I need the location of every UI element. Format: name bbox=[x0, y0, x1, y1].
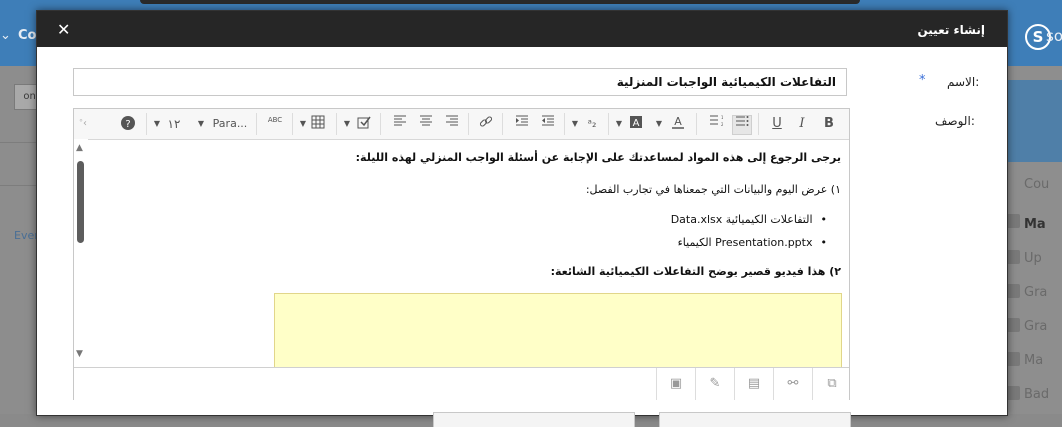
toolbar-separator bbox=[146, 113, 147, 135]
attachment-link[interactable]: Presentation.pptx الكيمياء bbox=[678, 236, 813, 249]
attachment-link[interactable]: التفاعلات الكيميائية Data.xlsx bbox=[671, 213, 813, 226]
background-nav-item: Gra bbox=[1024, 319, 1048, 334]
name-field[interactable]: التفاعلات الكيميائية الواجبات المنزلية bbox=[73, 68, 847, 96]
background-nav-item: Cou bbox=[1024, 177, 1050, 192]
scroll-down-icon[interactable]: ▼ bbox=[76, 349, 83, 359]
bold-button[interactable]: B bbox=[822, 115, 836, 133]
insert-checkbox-icon[interactable] bbox=[356, 115, 372, 133]
chat-icon bbox=[1006, 352, 1020, 366]
background-nav-item: Bad bbox=[1024, 387, 1050, 402]
toolbar-separator bbox=[564, 113, 565, 135]
toolbar-separator bbox=[608, 113, 609, 135]
link-icon[interactable] bbox=[478, 115, 494, 133]
toolbar-separator bbox=[380, 113, 381, 135]
toolbar-separator bbox=[336, 113, 337, 135]
record-icon[interactable]: ✎ bbox=[695, 368, 734, 400]
editor-scrollbar[interactable]: ▲ ▼ bbox=[74, 139, 88, 367]
grid-icon bbox=[1006, 214, 1020, 228]
name-label: الاسم: bbox=[947, 75, 980, 89]
paragraph-format-select[interactable]: Para... bbox=[210, 115, 250, 133]
insert-media-icon[interactable]: ▣ bbox=[656, 368, 695, 400]
dialog-title: إنشاء تعيين bbox=[917, 23, 985, 37]
insert-link-icon[interactable]: ⚯ bbox=[773, 368, 812, 400]
bulleted-list-icon[interactable] bbox=[732, 115, 752, 135]
chevron-down-icon: ⌄ bbox=[0, 28, 11, 43]
video-embed-placeholder[interactable] bbox=[274, 293, 842, 367]
svg-text:A: A bbox=[674, 115, 682, 128]
italic-button[interactable]: I bbox=[796, 115, 808, 133]
bullet-icon: • bbox=[820, 236, 828, 249]
editor-bottom-toolbar: ▣ ✎ ▤ ⚯ ⧉ bbox=[74, 367, 849, 400]
insert-image-icon[interactable]: ⧉ bbox=[812, 368, 851, 400]
align-right-icon[interactable] bbox=[444, 115, 460, 133]
dialog-titlebar: ✕ إنشاء تعيين bbox=[37, 11, 1007, 47]
svg-text:1: 1 bbox=[721, 115, 723, 120]
close-icon[interactable]: ✕ bbox=[57, 20, 70, 39]
document-icon bbox=[1006, 250, 1020, 264]
align-center-icon[interactable] bbox=[418, 115, 434, 133]
background-nav-item: Gra bbox=[1024, 285, 1048, 300]
background-nav-item: Ma bbox=[1024, 353, 1044, 368]
chart-icon bbox=[1006, 318, 1020, 332]
toolbar-separator bbox=[502, 113, 503, 135]
font-color-icon[interactable]: A bbox=[670, 115, 686, 133]
underline-button[interactable]: U bbox=[770, 115, 784, 133]
svg-text:2: 2 bbox=[721, 122, 723, 127]
required-indicator: * bbox=[919, 73, 926, 88]
editor-content[interactable]: يرجى الرجوع إلى هذه المواد لمساعدتك على … bbox=[74, 139, 849, 367]
footer-button[interactable] bbox=[433, 412, 635, 427]
toolbar-separator bbox=[696, 113, 697, 135]
toolbar-separator bbox=[292, 113, 293, 135]
spellcheck-icon[interactable]: ABC bbox=[266, 115, 284, 133]
rich-text-editor: ‹ ° ? ▼ ١٢ ▼ Para... ABC ▼ ▼ ▼ ᵃ₂ ▼ A ▼ … bbox=[73, 108, 850, 400]
star-icon bbox=[1006, 386, 1020, 400]
svg-text:?: ? bbox=[125, 119, 130, 130]
list-item: • التفاعلات الكيميائية Data.xlsx bbox=[671, 213, 827, 226]
numbered-list-icon[interactable]: 12 bbox=[708, 115, 724, 133]
font-color-dropdown-icon[interactable]: ▼ bbox=[654, 115, 664, 133]
content-item-1: ١) عرض اليوم والبيانات التي جمعناها في ت… bbox=[585, 183, 841, 196]
font-size-select[interactable]: ١٢ bbox=[164, 115, 184, 133]
accessibility-icon[interactable]: ? bbox=[120, 115, 136, 133]
highlight-color-icon[interactable]: A bbox=[628, 115, 644, 133]
font-size-dropdown-icon[interactable]: ▼ bbox=[152, 115, 162, 133]
content-item-2: ٢) هذا فيديو قصير يوضح التفاعلات الكيميا… bbox=[550, 265, 841, 278]
align-left-icon[interactable] bbox=[392, 115, 408, 133]
paragraph-dropdown-icon[interactable]: ▼ bbox=[196, 115, 206, 133]
background-image bbox=[1006, 80, 1062, 162]
footer-button[interactable] bbox=[659, 412, 851, 427]
outdent-icon[interactable] bbox=[540, 115, 556, 133]
table-dropdown-icon[interactable]: ▼ bbox=[298, 115, 308, 133]
divider bbox=[0, 185, 36, 186]
svg-text:A: A bbox=[633, 118, 640, 129]
description-label: الوصف: bbox=[935, 114, 975, 128]
create-assignment-dialog: ✕ إنشاء تعيين الاسم: * التفاعلات الكيميا… bbox=[36, 10, 1008, 427]
list-item: • Presentation.pptx الكيمياء bbox=[678, 236, 827, 249]
content-intro: يرجى الرجوع إلى هذه المواد لمساعدتك على … bbox=[355, 151, 841, 164]
superscript-dropdown-icon[interactable]: ▼ bbox=[570, 115, 580, 133]
indent-icon[interactable] bbox=[514, 115, 530, 133]
editor-toolbar: ‹ ° ? ▼ ١٢ ▼ Para... ABC ▼ ▼ ▼ ᵃ₂ ▼ A ▼ … bbox=[74, 109, 849, 140]
insert-dropdown-icon[interactable]: ▼ bbox=[342, 115, 352, 133]
scroll-up-icon[interactable]: ▲ bbox=[76, 143, 83, 153]
background-nav-item: Up bbox=[1024, 251, 1042, 266]
chart-icon bbox=[1006, 284, 1020, 298]
insert-file-icon[interactable]: ▤ bbox=[734, 368, 773, 400]
bullet-icon: • bbox=[820, 213, 828, 226]
table-icon[interactable] bbox=[310, 115, 326, 133]
scrollbar-thumb[interactable] bbox=[77, 161, 84, 243]
divider bbox=[0, 142, 36, 143]
toolbar-separator bbox=[468, 113, 469, 135]
background-nav-item: Ma bbox=[1024, 217, 1046, 232]
superscript-subscript-icon[interactable]: ᵃ₂ bbox=[582, 115, 602, 133]
more-icon[interactable]: ° bbox=[76, 114, 86, 132]
background-logo-text: so bbox=[1046, 27, 1062, 45]
toolbar-separator bbox=[758, 113, 759, 135]
background-top-strip bbox=[140, 0, 860, 4]
highlight-dropdown-icon[interactable]: ▼ bbox=[614, 115, 624, 133]
toolbar-separator bbox=[256, 113, 257, 135]
